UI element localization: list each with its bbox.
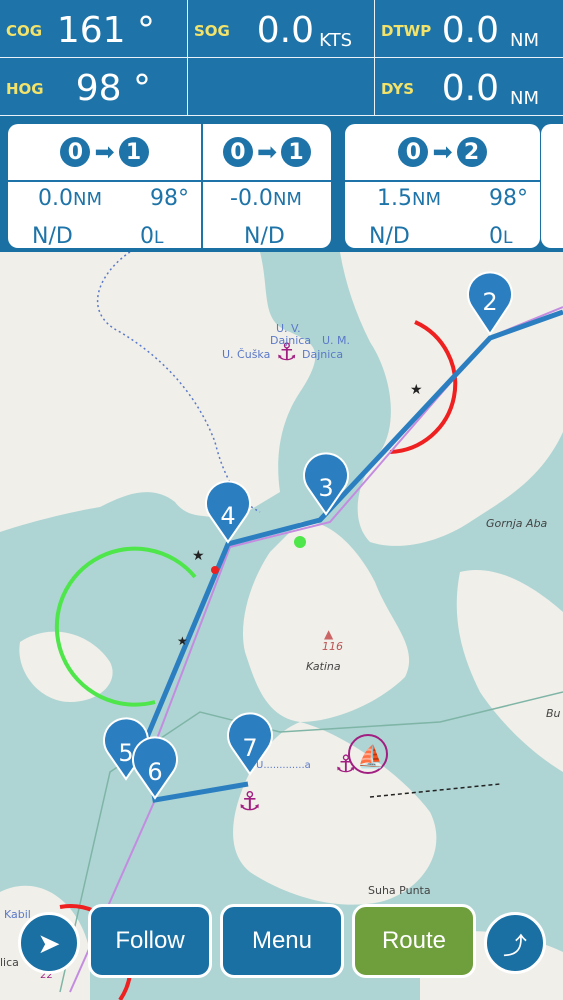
map-label: U. Čuška <box>222 348 270 361</box>
leg-bearing: 98° <box>150 186 189 211</box>
leg-card[interactable]: 0 ➡ 1 0.0NM 98° N/D 0L 0 ➡ 1 -0.0NM N/D <box>8 124 331 248</box>
dtwp-unit: NM <box>510 30 539 51</box>
dtwp-label: DTWP <box>381 22 432 40</box>
sailboat-icon: ⛵ <box>357 744 384 770</box>
hog-value: 98 ° <box>75 68 151 109</box>
buoy-marker <box>211 566 219 574</box>
chart-map[interactable]: ★ ★ ★ ▲ 2 3 4 5 6 7 ⚓ ⚓ ⚓ ⛵ U. V. Dajnic… <box>0 252 563 1000</box>
anchor-icon: ⚓ <box>238 787 261 817</box>
dtwp-cell[interactable]: DTWP 0.0 NM <box>375 0 563 58</box>
waypoint-pin-4: 4 <box>205 480 251 544</box>
from-badge: 0 <box>60 137 91 167</box>
instrument-bar: COG 161 ° SOG 0.0 KTS DTWP 0.0 NM HOG 98… <box>0 0 563 116</box>
to-badge: 1 <box>118 137 149 167</box>
leg-header: 0 ➡ 1 <box>8 124 201 182</box>
svg-text:5: 5 <box>118 739 133 767</box>
leg-fuel: 0L <box>140 224 164 248</box>
cog-value: 161 ° <box>56 10 155 51</box>
svg-text:7: 7 <box>242 734 257 762</box>
dys-label: DYS <box>381 80 415 98</box>
waypoint-pin-3: 3 <box>303 452 349 516</box>
svg-text:2: 2 <box>482 288 497 316</box>
empty-cell[interactable] <box>188 58 375 116</box>
dtwp-value: 0.0 <box>441 10 499 51</box>
star-marker: ★ <box>177 634 188 648</box>
leg-eta: N/D <box>369 224 410 248</box>
waypoint-pin-6: 6 <box>132 736 178 800</box>
follow-button[interactable]: Follow <box>88 904 212 978</box>
leg-bearing: 98° <box>489 186 528 211</box>
land-north <box>0 252 316 532</box>
leg-cards: 0 ➡ 1 0.0NM 98° N/D 0L 0 ➡ 1 -0.0NM N/D … <box>0 116 563 252</box>
buoy-marker <box>294 536 306 548</box>
leg-card[interactable]: 0 ➡ 2 1.5NM 98° N/D 0L <box>345 124 540 248</box>
map-label: 116 <box>322 640 343 653</box>
svg-text:3: 3 <box>318 474 333 502</box>
map-label: Dajnica <box>270 334 311 347</box>
land-katina <box>242 521 410 722</box>
green-sector-arc <box>54 546 197 707</box>
cog-cell[interactable]: COG 161 ° <box>0 0 188 58</box>
map-label: Katina <box>306 660 341 673</box>
leg-header: 0 ➡ 1 <box>203 124 331 182</box>
leg-card-partial[interactable] <box>541 124 563 248</box>
navigation-arrow-icon: ➤ <box>37 926 61 960</box>
hog-cell[interactable]: HOG 98 ° <box>0 58 188 116</box>
arrow-right-icon: ➡ <box>432 138 453 166</box>
navigate-button[interactable]: ➤ <box>18 912 80 974</box>
leg-distance: 1.5NM <box>377 186 441 211</box>
dys-unit: NM <box>510 88 539 109</box>
dys-cell[interactable]: DYS 0.0 NM <box>375 58 563 116</box>
cog-label: COG <box>6 22 43 40</box>
leg-header: 0 ➡ 2 <box>345 124 540 182</box>
route-button[interactable]: Route <box>352 904 476 978</box>
map-label: Gornja Aba <box>486 517 548 530</box>
from-badge: 0 <box>222 137 253 167</box>
map-label: Bu <box>546 707 561 720</box>
arrow-right-icon: ➡ <box>256 138 278 166</box>
to-badge: 2 <box>456 137 487 167</box>
map-canvas[interactable]: ★ ★ ★ ▲ 2 3 4 5 6 7 ⚓ ⚓ ⚓ ⛵ U. V. Dajnic… <box>0 252 563 1000</box>
svg-text:6: 6 <box>147 758 162 786</box>
star-marker: ★ <box>410 382 423 398</box>
leg-distance: -0.0NM <box>230 186 302 211</box>
sog-label: SOG <box>194 22 230 40</box>
arrow-right-icon: ➡ <box>94 138 115 166</box>
hog-label: HOG <box>6 80 44 98</box>
route-path-icon: ⤴ <box>503 931 527 960</box>
map-label: Dajnica <box>302 348 343 361</box>
anchor-icon: ⚓ <box>335 750 357 778</box>
from-badge: 0 <box>398 137 429 167</box>
sog-cell[interactable]: SOG 0.0 KTS <box>188 0 375 58</box>
leg-eta: N/D <box>32 224 73 248</box>
to-badge: 1 <box>281 137 312 167</box>
leg-fuel: 0L <box>489 224 513 248</box>
leg-eta: N/D <box>244 224 285 248</box>
leg-distance: 0.0NM <box>38 186 102 211</box>
map-label: lica <box>0 956 19 969</box>
map-label: U. M. <box>322 334 350 347</box>
sog-unit: KTS <box>319 30 352 51</box>
menu-button[interactable]: Menu <box>220 904 344 978</box>
route-edit-button[interactable]: ⤴ <box>484 912 546 974</box>
map-label: Kabil <box>4 908 31 921</box>
star-marker: ★ <box>192 548 205 564</box>
sog-value: 0.0 <box>256 10 314 51</box>
svg-text:4: 4 <box>220 502 235 530</box>
map-label: Suha Punta <box>368 884 431 897</box>
dys-value: 0.0 <box>441 68 499 109</box>
land-east <box>456 570 563 772</box>
map-label: U.............a <box>256 760 311 771</box>
height-triangle: ▲ <box>324 627 334 641</box>
